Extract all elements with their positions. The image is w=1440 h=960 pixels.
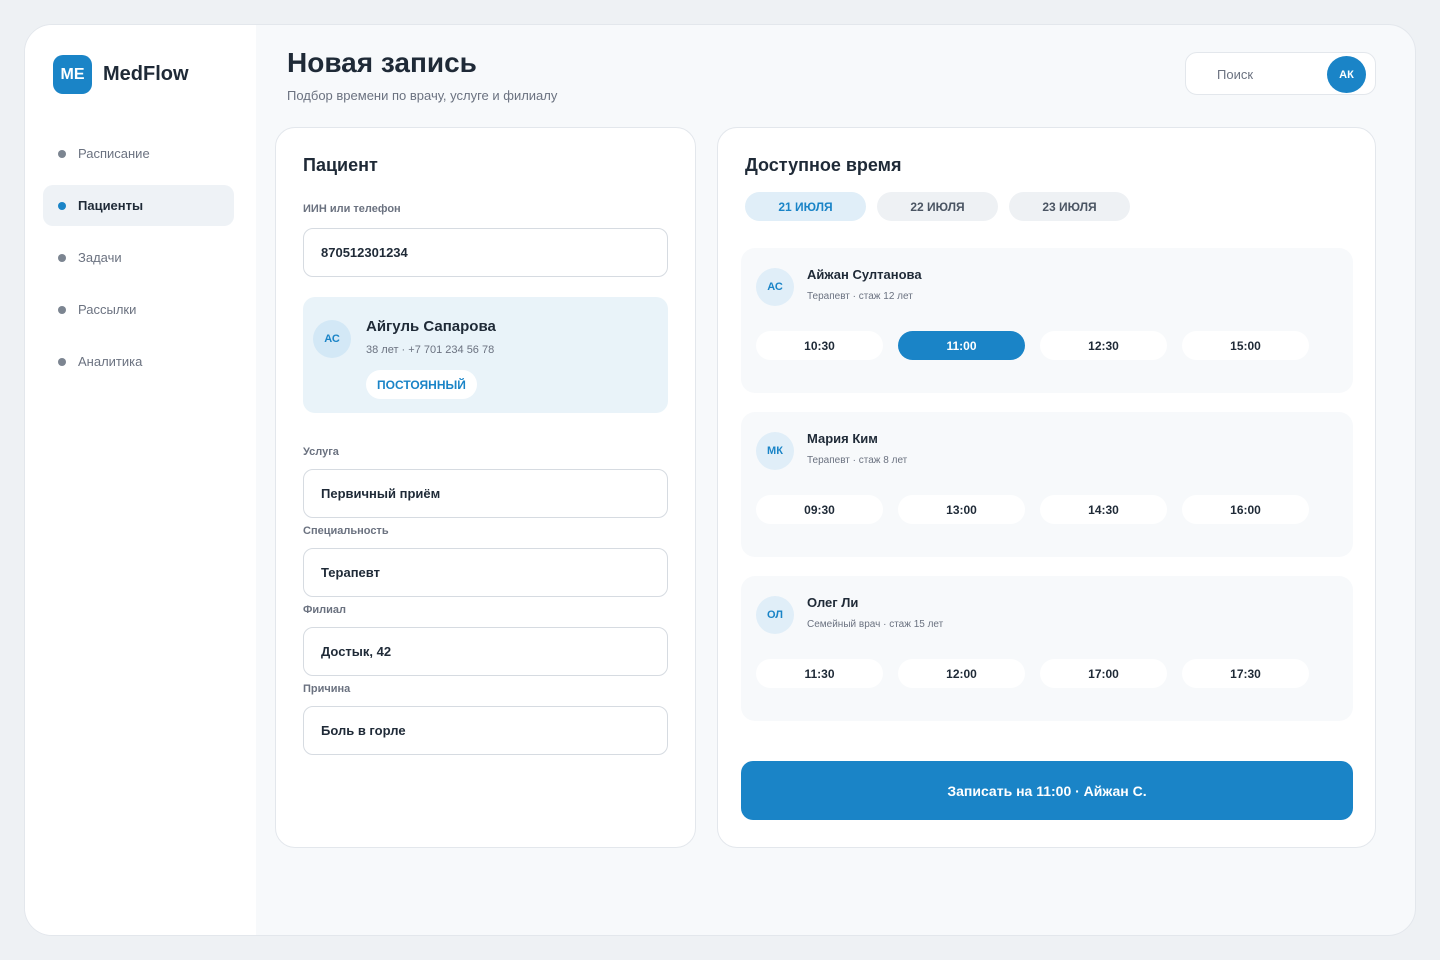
patient-meta: 38 лет · +7 701 234 56 78 bbox=[366, 344, 495, 356]
reason-label: Причина bbox=[303, 683, 351, 695]
doctor-name: Айжан Султанова bbox=[807, 267, 922, 282]
doctor-row: АС Айжан Султанова Терапевт · стаж 12 ле… bbox=[741, 248, 1353, 393]
nav-dot-icon bbox=[58, 357, 66, 366]
page-subtitle: Подбор времени по врачу, услуге и филиал… bbox=[287, 88, 558, 103]
user-avatar[interactable]: АК bbox=[1327, 56, 1366, 93]
sidebar-item-label: Аналитика bbox=[78, 354, 143, 369]
time-slot[interactable]: 09:30 bbox=[756, 495, 883, 524]
doctor-row: ОЛ Олег Ли Семейный врач · стаж 15 лет 1… bbox=[741, 576, 1353, 721]
status-badge: ПОСТОЯННЫЙ bbox=[366, 370, 477, 399]
time-slot[interactable]: 12:00 bbox=[898, 659, 1025, 688]
time-slot[interactable]: 12:30 bbox=[1040, 331, 1167, 360]
time-slot[interactable]: 16:00 bbox=[1182, 495, 1309, 524]
sidebar-item-label: Задачи bbox=[78, 250, 122, 265]
time-slot[interactable]: 10:30 bbox=[756, 331, 883, 360]
doctor-meta: Терапевт · стаж 12 лет bbox=[807, 291, 913, 302]
nav-dot-icon bbox=[58, 149, 66, 158]
available-time-card: Доступное время 21 ИЮЛЯ 22 ИЮЛЯ 23 ИЮЛЯ … bbox=[717, 127, 1376, 848]
nav-dot-icon bbox=[58, 253, 66, 262]
reason-field[interactable]: Боль в горле bbox=[303, 706, 668, 755]
time-slot[interactable]: 13:00 bbox=[898, 495, 1025, 524]
time-slot[interactable]: 14:30 bbox=[1040, 495, 1167, 524]
page-title: Новая запись bbox=[287, 47, 477, 78]
patient-card: Пациент ИИН или телефон 870512301234 АС … bbox=[275, 127, 696, 848]
sidebar-item-tasks[interactable]: Задачи bbox=[43, 237, 234, 278]
patient-avatar: АС bbox=[313, 320, 351, 358]
time-slot[interactable]: 11:30 bbox=[756, 659, 883, 688]
time-card-title: Доступное время bbox=[745, 155, 902, 175]
search-box[interactable]: Поиск АК bbox=[1185, 52, 1376, 95]
sidebar-item-mailings[interactable]: Рассылки bbox=[43, 289, 234, 330]
book-appointment-button[interactable]: Записать на 11:00 · Айжан С. bbox=[741, 761, 1353, 820]
sidebar: ME MedFlow Расписание Пациенты Задачи Ра… bbox=[25, 25, 256, 935]
nav-dot-icon bbox=[58, 305, 66, 314]
branch-field[interactable]: Достык, 42 bbox=[303, 627, 668, 676]
doctor-avatar: МК bbox=[756, 432, 794, 470]
date-tab[interactable]: 22 ИЮЛЯ bbox=[877, 192, 998, 221]
specialty-field[interactable]: Терапевт bbox=[303, 548, 668, 597]
time-slot[interactable]: 17:00 bbox=[1040, 659, 1167, 688]
id-input[interactable]: 870512301234 bbox=[303, 228, 668, 277]
sidebar-item-patients[interactable]: Пациенты bbox=[43, 185, 234, 226]
time-slot-selected[interactable]: 11:00 bbox=[898, 331, 1025, 360]
id-label: ИИН или телефон bbox=[303, 203, 401, 215]
doctor-avatar: АС bbox=[756, 268, 794, 306]
sidebar-item-schedule[interactable]: Расписание bbox=[43, 133, 234, 174]
date-tab[interactable]: 21 ИЮЛЯ bbox=[745, 192, 866, 221]
doctor-meta: Терапевт · стаж 8 лет bbox=[807, 455, 908, 466]
sidebar-item-label: Пациенты bbox=[78, 198, 144, 213]
patient-name: Айгуль Сапарова bbox=[366, 318, 496, 335]
doctor-name: Олег Ли bbox=[807, 595, 859, 610]
patient-card-title: Пациент bbox=[303, 155, 378, 175]
doctor-avatar: ОЛ bbox=[756, 596, 794, 634]
search-input[interactable]: Поиск bbox=[1217, 67, 1253, 82]
service-field[interactable]: Первичный приём bbox=[303, 469, 668, 518]
logo-mark: ME bbox=[53, 55, 92, 94]
sidebar-item-label: Рассылки bbox=[78, 302, 137, 317]
sidebar-nav: Расписание Пациенты Задачи Рассылки Анал… bbox=[43, 133, 234, 393]
doctor-meta: Семейный врач · стаж 15 лет bbox=[807, 619, 944, 630]
doctor-name: Мария Ким bbox=[807, 431, 878, 446]
app-name: MedFlow bbox=[103, 63, 189, 85]
specialty-label: Специальность bbox=[303, 525, 389, 537]
service-label: Услуга bbox=[303, 446, 339, 458]
time-slot[interactable]: 17:30 bbox=[1182, 659, 1309, 688]
branch-label: Филиал bbox=[303, 604, 347, 616]
date-tab[interactable]: 23 ИЮЛЯ bbox=[1009, 192, 1130, 221]
nav-dot-icon bbox=[58, 201, 66, 210]
time-slot[interactable]: 15:00 bbox=[1182, 331, 1309, 360]
app-window: ME MedFlow Расписание Пациенты Задачи Ра… bbox=[24, 24, 1416, 936]
doctor-row: МК Мария Ким Терапевт · стаж 8 лет 09:30… bbox=[741, 412, 1353, 557]
logo[interactable]: ME MedFlow bbox=[53, 55, 189, 94]
sidebar-item-label: Расписание bbox=[78, 146, 150, 161]
patient-summary[interactable]: АС Айгуль Сапарова 38 лет · +7 701 234 5… bbox=[303, 297, 668, 413]
sidebar-item-analytics[interactable]: Аналитика bbox=[43, 341, 234, 382]
